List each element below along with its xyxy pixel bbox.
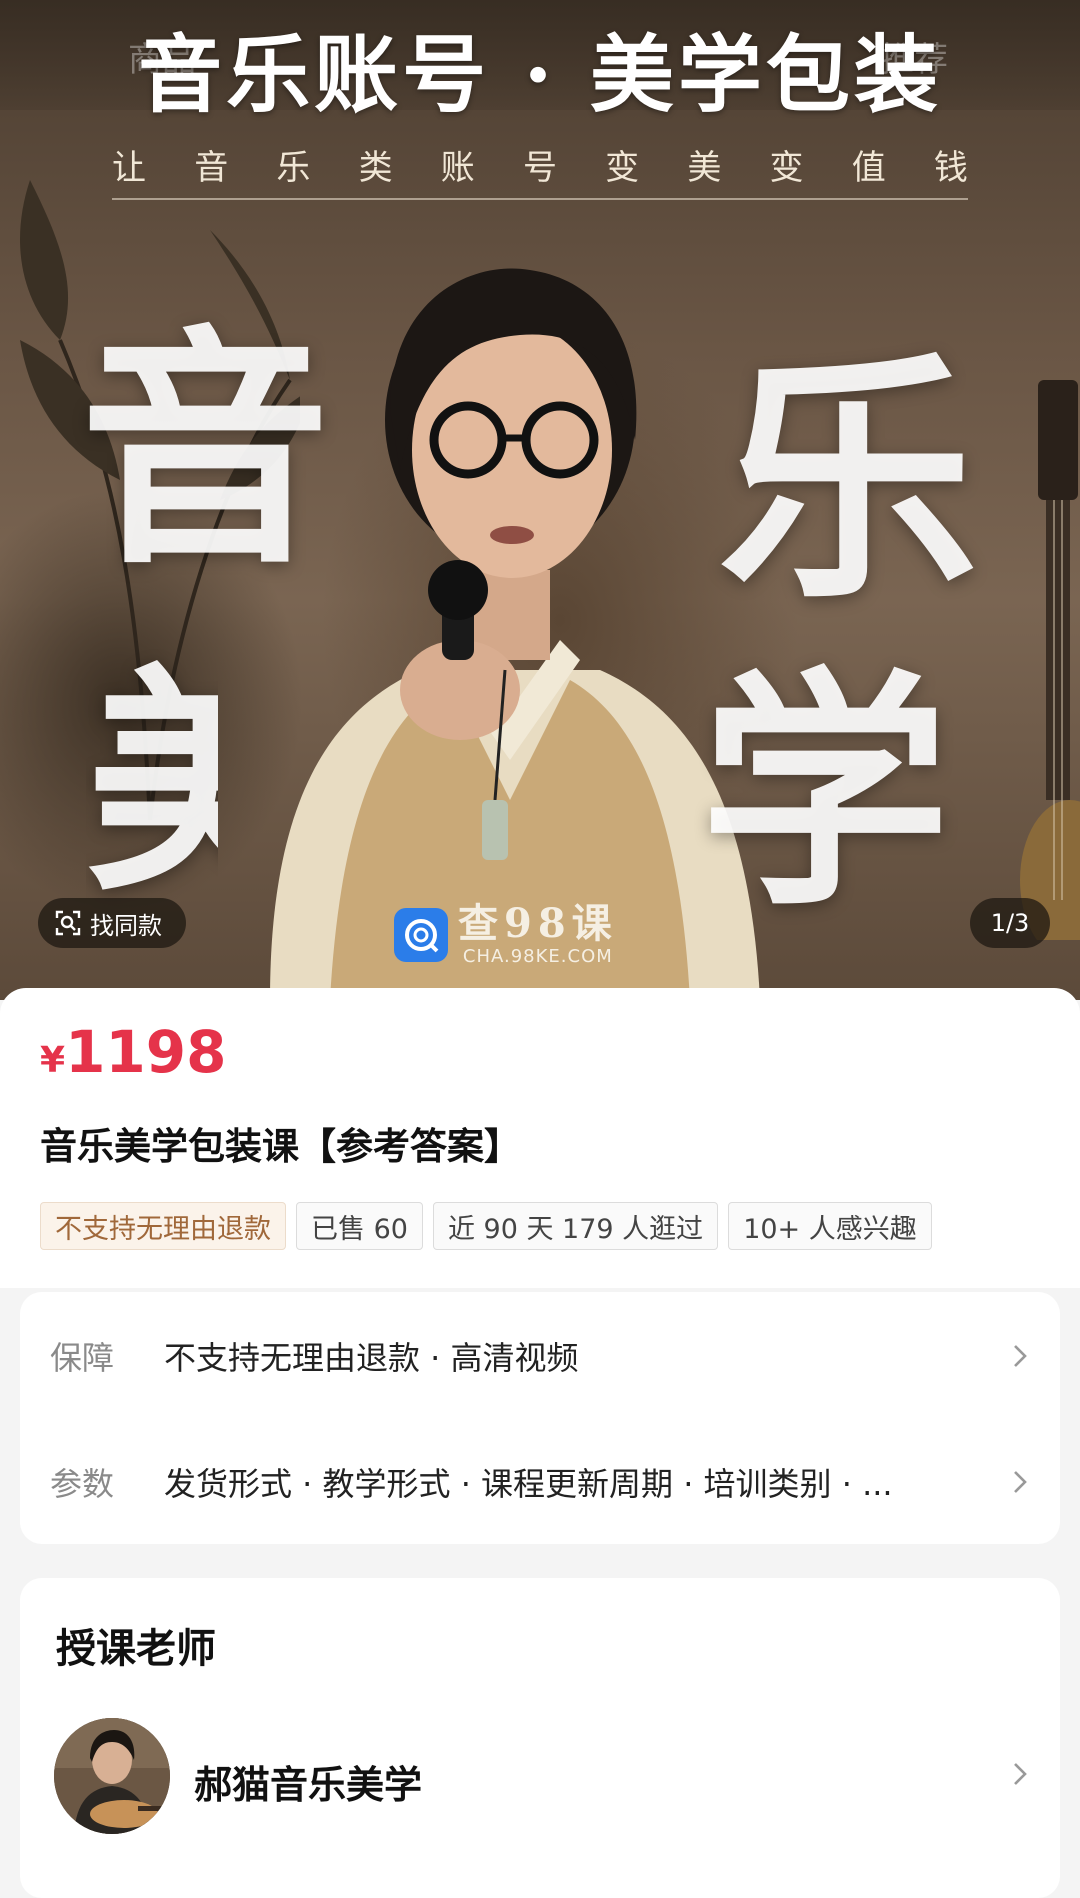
subtitle-char: 变 xyxy=(769,148,804,188)
specs-card: 保障 不支持无理由退款 · 高清视频 参数 发货形式 · 教学形式 · 课程更新… xyxy=(20,1292,1060,1544)
watermark-url: CHA.98KE.COM xyxy=(462,946,613,967)
chevron-right-icon xyxy=(1014,1763,1027,1785)
watermark-title: 查98课 xyxy=(458,900,618,947)
tag-visits: 近 90 天 179 人逛过 xyxy=(432,1202,719,1250)
scan-icon xyxy=(55,910,81,936)
chevron-right-icon xyxy=(1014,1345,1027,1367)
price-amount: 1198 xyxy=(65,1018,227,1086)
product-title: 音乐美学包装课【参考答案】 xyxy=(40,1125,521,1168)
find-similar-button[interactable]: 找同款 xyxy=(38,898,186,948)
banner-char-yin: 音 xyxy=(80,303,330,597)
banner-char-xue: 学 xyxy=(700,645,950,939)
params-label: 参数 xyxy=(50,1465,115,1503)
product-info-card: ¥1198 音乐美学包装课【参考答案】 不支持无理由退款 已售 60 近 90 … xyxy=(0,988,1080,1288)
subtitle-char: 美 xyxy=(687,148,722,188)
banner-title: 音乐账号 · 美学包装 xyxy=(138,25,942,124)
teacher-row[interactable]: 郝猫音乐美学 xyxy=(20,1718,1060,1838)
params-row[interactable]: 参数 发货形式 · 教学形式 · 课程更新周期 · 培训类别 · ... xyxy=(20,1442,1060,1522)
tag-no-refund: 不支持无理由退款 xyxy=(40,1202,286,1250)
params-value: 发货形式 · 教学形式 · 课程更新周期 · 培训类别 · ... xyxy=(164,1465,893,1503)
watermark: 查98课 CHA.98KE.COM xyxy=(394,902,618,967)
teacher-card: 授课老师 郝猫音乐美学 xyxy=(20,1578,1060,1898)
teacher-heading: 授课老师 xyxy=(56,1626,216,1672)
subtitle-char: 变 xyxy=(605,148,640,188)
tag-sold-count: 已售 60 xyxy=(296,1202,423,1250)
guarantee-row[interactable]: 保障 不支持无理由退款 · 高清视频 xyxy=(20,1316,1060,1396)
subtitle-char: 账 xyxy=(440,148,475,188)
find-similar-label: 找同款 xyxy=(90,911,162,940)
price-currency: ¥ xyxy=(40,1040,66,1081)
teacher-name: 郝猫音乐美学 xyxy=(194,1763,423,1807)
image-page-counter: 1/3 xyxy=(970,898,1050,948)
product-image-carousel[interactable]: 商品 推荐 音乐账号 · 美学包装 让 音 乐 类 账 号 变 美 变 值 钱 xyxy=(0,0,1080,1000)
subtitle-char: 值 xyxy=(851,148,886,188)
avatar[interactable] xyxy=(54,1718,170,1834)
guitar-illustration xyxy=(1020,380,1080,940)
price: ¥1198 xyxy=(40,1018,227,1086)
tag-interest: 10+ 人感兴趣 xyxy=(728,1202,932,1250)
subtitle-char: 类 xyxy=(358,148,393,188)
chevron-right-icon xyxy=(1014,1471,1027,1493)
watermark-logo-icon xyxy=(394,907,448,962)
guarantee-value: 不支持无理由退款 · 高清视频 xyxy=(164,1339,579,1377)
subtitle-char: 号 xyxy=(522,148,557,188)
guarantee-label: 保障 xyxy=(50,1339,115,1377)
subtitle-char: 钱 xyxy=(933,148,968,188)
product-tags: 不支持无理由退款 已售 60 近 90 天 179 人逛过 10+ 人感兴趣 xyxy=(40,1202,932,1250)
